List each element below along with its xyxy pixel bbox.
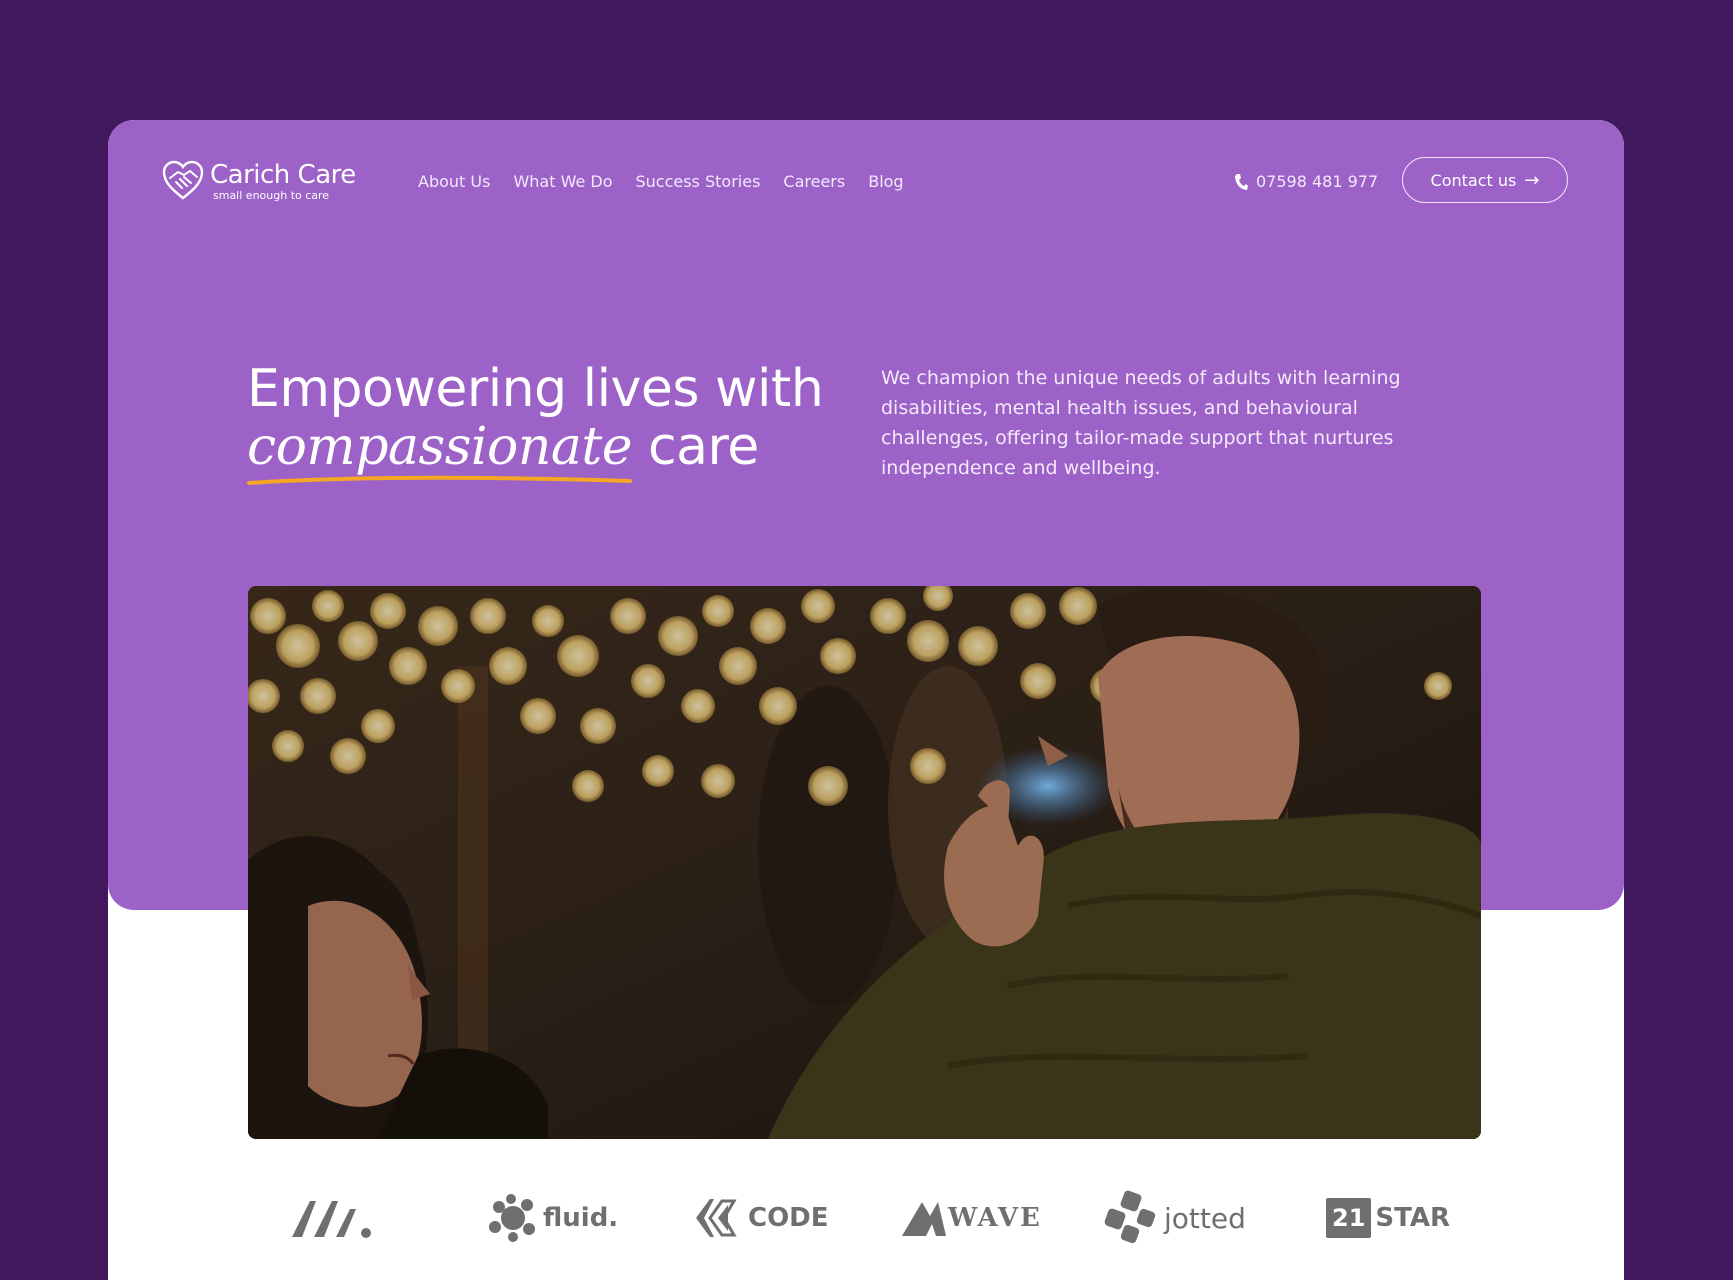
arrow-right-icon: → xyxy=(1524,169,1540,191)
contact-us-label: Contact us xyxy=(1430,170,1517,190)
partner-logo-m xyxy=(286,1188,376,1248)
partner-logo-fluid: fluid. xyxy=(483,1188,618,1248)
wave-logo-icon xyxy=(902,1202,946,1236)
jotted-logo-text: jotted xyxy=(1164,1201,1246,1235)
brand-name: Carich Care xyxy=(210,159,356,190)
partner-logos: fluid. CODE WAVE jotted 21 STAR xyxy=(248,1188,1481,1248)
headline-accent-word: compassionate xyxy=(247,417,633,485)
brand-logo[interactable]: Carich Care small enough to care xyxy=(160,158,356,204)
contact-us-button[interactable]: Contact us → xyxy=(1402,157,1568,203)
heart-handshake-icon xyxy=(162,160,204,200)
nav-item-about-us[interactable]: About Us xyxy=(418,172,490,191)
fluid-logo-text: fluid. xyxy=(543,1203,619,1233)
partner-logo-jotted: jotted xyxy=(1102,1188,1246,1248)
partner-logo-21star: 21 STAR xyxy=(1326,1188,1450,1248)
hero-headline: Empowering lives with compassionate care xyxy=(247,359,824,485)
headline-accent-text: compassionate xyxy=(247,417,633,477)
nav-item-success-stories[interactable]: Success Stories xyxy=(635,172,760,191)
hero-intro-text: We champion the unique needs of adults w… xyxy=(881,367,1401,479)
21star-logo-text: STAR xyxy=(1375,1203,1450,1233)
headline-line-1: Empowering lives with xyxy=(247,359,824,419)
phone-number: 07598 481 977 xyxy=(1256,172,1379,191)
code-logo-text: CODE xyxy=(748,1203,829,1233)
nav-item-what-we-do[interactable]: What We Do xyxy=(513,172,612,191)
nav-item-blog[interactable]: Blog xyxy=(868,172,903,191)
accent-underline xyxy=(247,475,632,485)
hero-photo xyxy=(248,586,1481,1139)
fluid-logo-icon xyxy=(489,1194,535,1242)
21star-badge: 21 xyxy=(1326,1198,1372,1238)
page-frame: Carich Care small enough to care About U… xyxy=(108,120,1624,1280)
jotted-logo-icon xyxy=(1104,1190,1156,1244)
headline-end: care xyxy=(632,417,759,477)
headline-line-2: compassionate care xyxy=(247,417,823,485)
phone-icon xyxy=(1235,173,1248,190)
m-logo-icon xyxy=(292,1201,371,1238)
phone-link[interactable]: 07598 481 977 xyxy=(1234,172,1378,191)
partner-logo-wave: WAVE xyxy=(900,1188,1042,1248)
main-nav: About Us What We Do Success Stories Care… xyxy=(418,172,927,191)
partner-logo-code: CODE xyxy=(692,1188,829,1248)
brand-tagline: small enough to care xyxy=(213,188,330,202)
wave-logo-text: WAVE xyxy=(948,1203,1042,1233)
code-logo-icon xyxy=(696,1199,737,1237)
nav-item-careers[interactable]: Careers xyxy=(783,172,845,191)
